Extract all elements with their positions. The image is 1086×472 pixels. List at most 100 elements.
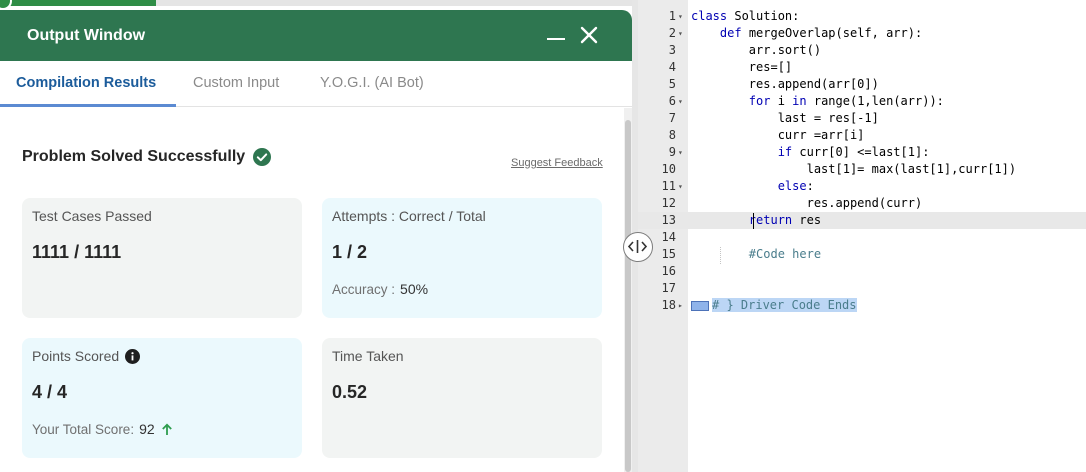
code-line[interactable]: 18 ▸ # } Driver Code Ends (638, 297, 1086, 314)
code-token: last[1]= max(last[1],curr[1]) (691, 162, 1017, 176)
code-line[interactable]: 16 (638, 263, 1086, 280)
code-line[interactable]: 13 return res (638, 212, 1086, 229)
code-line[interactable]: 7 last = res[-1] (638, 110, 1086, 127)
suggest-feedback-link[interactable]: Suggest Feedback (511, 157, 603, 169)
accuracy-value: 50% (400, 281, 429, 297)
code-line[interactable]: 9 ▾ if curr[0] <=last[1]: (638, 144, 1086, 161)
line-number: 6 (668, 94, 676, 108)
text-cursor (753, 213, 754, 229)
line-number: 10 (661, 162, 676, 176)
accuracy-label: Accuracy : (332, 281, 396, 297)
folded-code-marker-icon[interactable] (691, 300, 709, 311)
code-text: res.append(curr) (691, 195, 923, 212)
code-text: #Code here (691, 246, 821, 263)
line-number: 2 (668, 26, 676, 40)
minimize-button[interactable] (546, 20, 568, 48)
tab-compilation-results[interactable]: Compilation Results (16, 61, 156, 107)
line-number: 1 (668, 9, 676, 23)
code-line[interactable]: 1 ▾ class Solution: (638, 8, 1086, 25)
code-token: curr =arr[i] (691, 128, 865, 142)
line-number: 9 (668, 145, 676, 159)
result-tabs: Compilation Results Custom Input Y.O.G.I… (0, 61, 632, 107)
code-line[interactable]: 17 (638, 280, 1086, 297)
fold-toggle-icon[interactable]: ▸ (678, 297, 688, 314)
arrow-up-icon (161, 423, 172, 435)
code-token: : (806, 179, 814, 193)
code-token: for (748, 94, 771, 108)
close-button[interactable] (578, 24, 600, 46)
test-cases-value: 1111 / 1111 (32, 242, 122, 262)
attempts-label: Attempts : Correct / Total (332, 208, 486, 224)
code-text: res.append(arr[0]) (691, 76, 879, 93)
code-line[interactable]: 2 ▾ def mergeOverlap(self, arr): (638, 25, 1086, 42)
code-text: def mergeOverlap(self, arr): (691, 25, 922, 42)
code-text: curr =arr[i] (691, 127, 865, 144)
code-token: res.append(curr) (691, 196, 923, 210)
code-line[interactable]: 5 res.append(arr[0]) (638, 76, 1086, 93)
accuracy-row: Accuracy : 50% (332, 281, 592, 297)
points-label-row: Points Scored (32, 348, 292, 364)
code-token: Solution: (727, 9, 800, 23)
code-line[interactable]: 10 last[1]= max(last[1],curr[1]) (638, 161, 1086, 178)
status-title: Problem Solved Successfully (22, 148, 246, 165)
resize-arrows-icon (627, 240, 648, 253)
line-number: 3 (668, 43, 676, 57)
code-line[interactable]: 14 (638, 229, 1086, 246)
attempts-card: Attempts : Correct / Total 1 / 2 Accurac… (322, 198, 602, 318)
code-token: res=[] (691, 60, 793, 74)
code-editor[interactable]: 1 ▾ class Solution: 2 ▾ def mergeOverlap(sel… (638, 0, 1086, 472)
line-number: 4 (668, 60, 676, 74)
line-number: 17 (661, 281, 676, 295)
code-text: else: (691, 178, 814, 195)
output-panel: Output Window Compilation Results Custom… (0, 0, 632, 472)
code-line[interactable]: 11 ▾ else: (638, 178, 1086, 195)
code-token: arr.sort() (691, 43, 822, 57)
code-token: def (719, 26, 742, 40)
test-cases-label: Test Cases Passed (32, 208, 152, 224)
code-text: res=[] (691, 59, 792, 76)
info-icon[interactable] (125, 348, 141, 364)
line-number: 8 (668, 128, 676, 142)
code-token: class (691, 9, 728, 23)
code-text: arr.sort() (691, 42, 821, 59)
fold-toggle-icon[interactable]: ▾ (678, 178, 688, 195)
fold-toggle-icon[interactable]: ▾ (678, 8, 688, 25)
code-line[interactable]: 4 res=[] (638, 59, 1086, 76)
code-token: in (792, 94, 807, 108)
total-score-row: Your Total Score: 92 (32, 421, 292, 437)
fold-toggle-icon[interactable]: ▾ (678, 93, 688, 110)
attempts-value: 1 / 2 (332, 242, 368, 262)
tab-yogi-ai-bot[interactable]: Y.O.G.I. (AI Bot) (320, 61, 424, 107)
close-icon (580, 26, 598, 44)
code-token: mergeOverlap(self, arr): (741, 26, 923, 40)
code-line[interactable]: 3 arr.sort() (638, 42, 1086, 59)
minimize-icon (547, 38, 565, 40)
tab-custom-input[interactable]: Custom Input (193, 61, 279, 107)
code-token: curr[0] <=last[1]: (792, 145, 930, 159)
points-card: Points Scored 4 / 4 Your Total Score: 92 (22, 338, 302, 458)
line-number: 11 (661, 179, 676, 193)
fold-toggle-icon[interactable]: ▾ (678, 144, 688, 161)
code-line[interactable]: 12 res.append(curr) (638, 195, 1086, 212)
line-number: 16 (661, 264, 676, 278)
resize-handle[interactable] (623, 232, 653, 262)
code-token: return (748, 213, 793, 227)
code-line[interactable]: 6 ▾ for i in range(1,len(arr)): (638, 93, 1086, 110)
time-card: Time Taken 0.52 (322, 338, 602, 458)
code-token: range(1,len(arr)): (806, 94, 944, 108)
code-token: res.append(arr[0]) (691, 77, 879, 91)
fold-toggle-icon[interactable]: ▾ (678, 25, 688, 42)
code-text: for i in range(1,len(arr)): (691, 93, 944, 110)
active-tab-underline (0, 104, 176, 107)
output-scrollbar-thumb[interactable] (625, 120, 631, 472)
code-token: if (777, 145, 793, 159)
code-token: else (777, 179, 807, 193)
code-line[interactable]: 8 curr =arr[i] (638, 127, 1086, 144)
code-line[interactable]: 15 #Code here (638, 246, 1086, 263)
strip-green-segment (0, 0, 156, 6)
code-text: # } Driver Code Ends (691, 297, 857, 314)
points-value: 4 / 4 (32, 382, 68, 402)
